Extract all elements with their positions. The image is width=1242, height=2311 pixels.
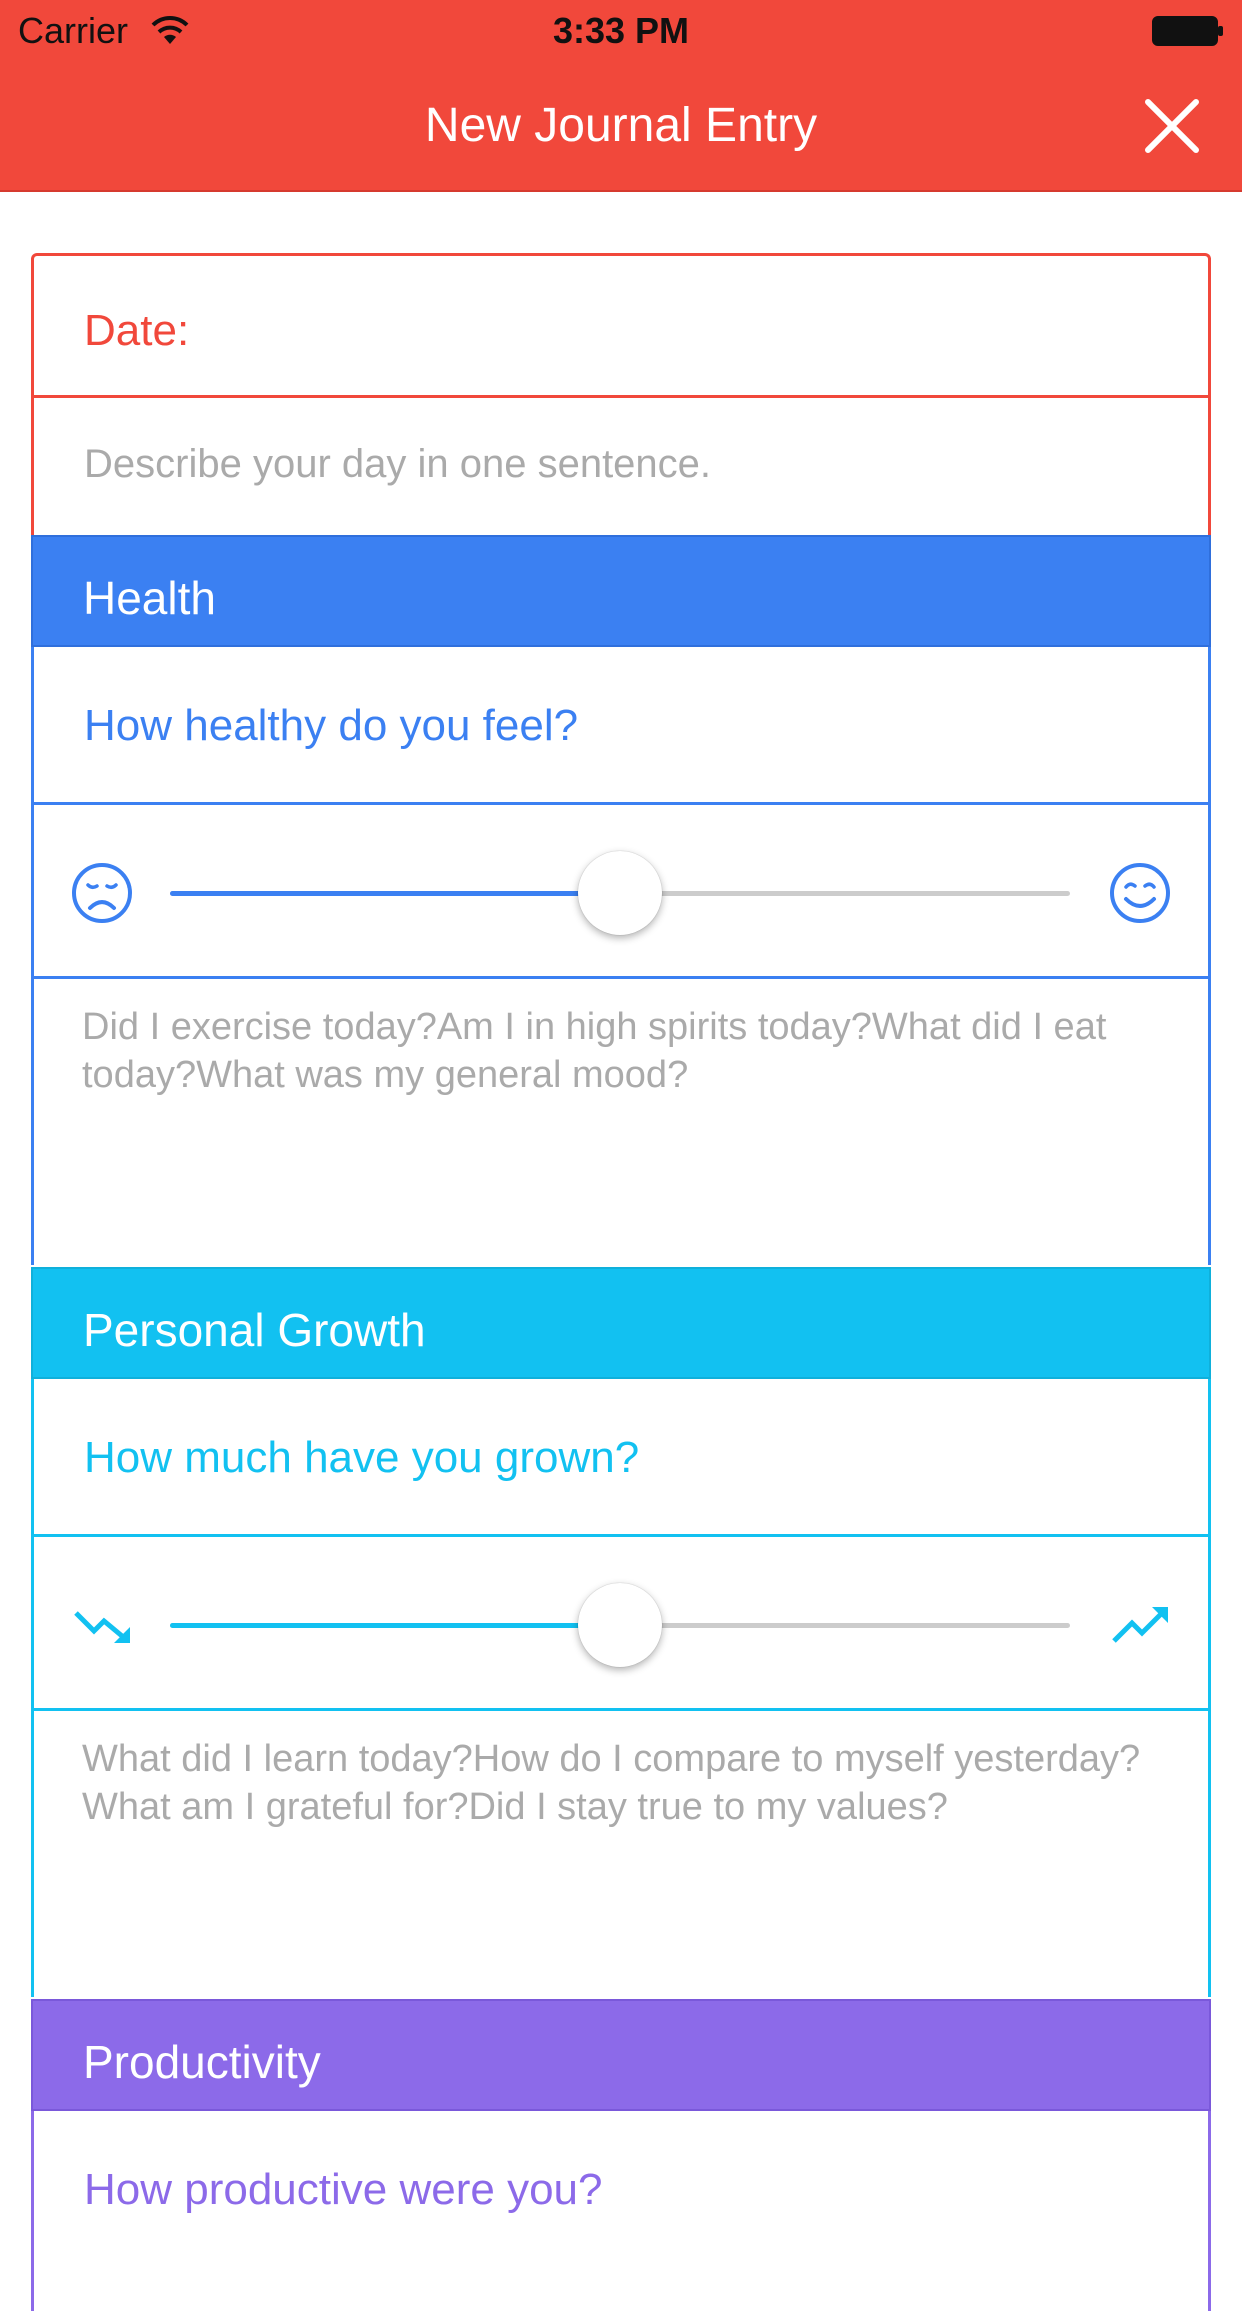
entry-card: Date: bbox=[31, 253, 1211, 536]
growth-header: Personal Growth bbox=[31, 1267, 1211, 1379]
productivity-header: Productivity bbox=[31, 1999, 1211, 2111]
health-notes-input[interactable] bbox=[82, 1003, 1182, 1243]
battery-icon bbox=[1152, 16, 1223, 46]
health-slider[interactable] bbox=[170, 851, 1070, 935]
growth-notes-row bbox=[34, 1711, 1208, 1997]
health-body: How healthy do you feel? bbox=[31, 647, 1211, 1265]
growth-slider[interactable] bbox=[170, 1583, 1070, 1667]
growth-section: Personal Growth How much have you grown? bbox=[31, 1267, 1211, 1997]
growth-question-row: How much have you grown? bbox=[34, 1379, 1208, 1537]
health-title: Health bbox=[83, 572, 216, 624]
health-notes-row bbox=[34, 979, 1208, 1265]
growth-slider-thumb[interactable] bbox=[578, 1583, 662, 1667]
health-slider-fill bbox=[170, 891, 620, 896]
productivity-body: How productive were you? bbox=[31, 2111, 1211, 2311]
description-input[interactable] bbox=[84, 434, 1164, 494]
growth-slider-row bbox=[34, 1537, 1208, 1711]
sad-face-icon bbox=[72, 863, 132, 923]
growth-slider-fill bbox=[170, 1623, 620, 1628]
happy-face-icon bbox=[1110, 863, 1170, 923]
status-time: 3:33 PM bbox=[552, 10, 690, 51]
health-question: How healthy do you feel? bbox=[84, 701, 579, 750]
growth-title: Personal Growth bbox=[83, 1304, 426, 1356]
close-icon[interactable] bbox=[1142, 96, 1202, 156]
growth-question: How much have you grown? bbox=[84, 1433, 640, 1482]
productivity-section: Productivity How productive were you? bbox=[31, 1999, 1211, 2311]
health-question-row: How healthy do you feel? bbox=[34, 647, 1208, 805]
date-row[interactable]: Date: bbox=[34, 256, 1208, 398]
growth-notes-input[interactable] bbox=[82, 1735, 1182, 1975]
page-title: New Journal Entry bbox=[424, 99, 818, 152]
trend-up-icon bbox=[1112, 1607, 1168, 1643]
navigation-bar: New Journal Entry bbox=[0, 62, 1242, 192]
status-bar: Carrier 3:33 PM bbox=[0, 0, 1242, 62]
health-slider-thumb[interactable] bbox=[578, 851, 662, 935]
health-slider-row bbox=[34, 805, 1208, 979]
productivity-question-row: How productive were you? bbox=[34, 2111, 1208, 2269]
description-row bbox=[34, 398, 1208, 536]
date-label: Date: bbox=[84, 306, 190, 355]
productivity-title: Productivity bbox=[83, 2036, 321, 2088]
health-header: Health bbox=[31, 535, 1211, 647]
health-section: Health How healthy do you feel? bbox=[31, 535, 1211, 1265]
growth-body: How much have you grown? bbox=[31, 1379, 1211, 1997]
trend-down-icon bbox=[74, 1611, 130, 1643]
